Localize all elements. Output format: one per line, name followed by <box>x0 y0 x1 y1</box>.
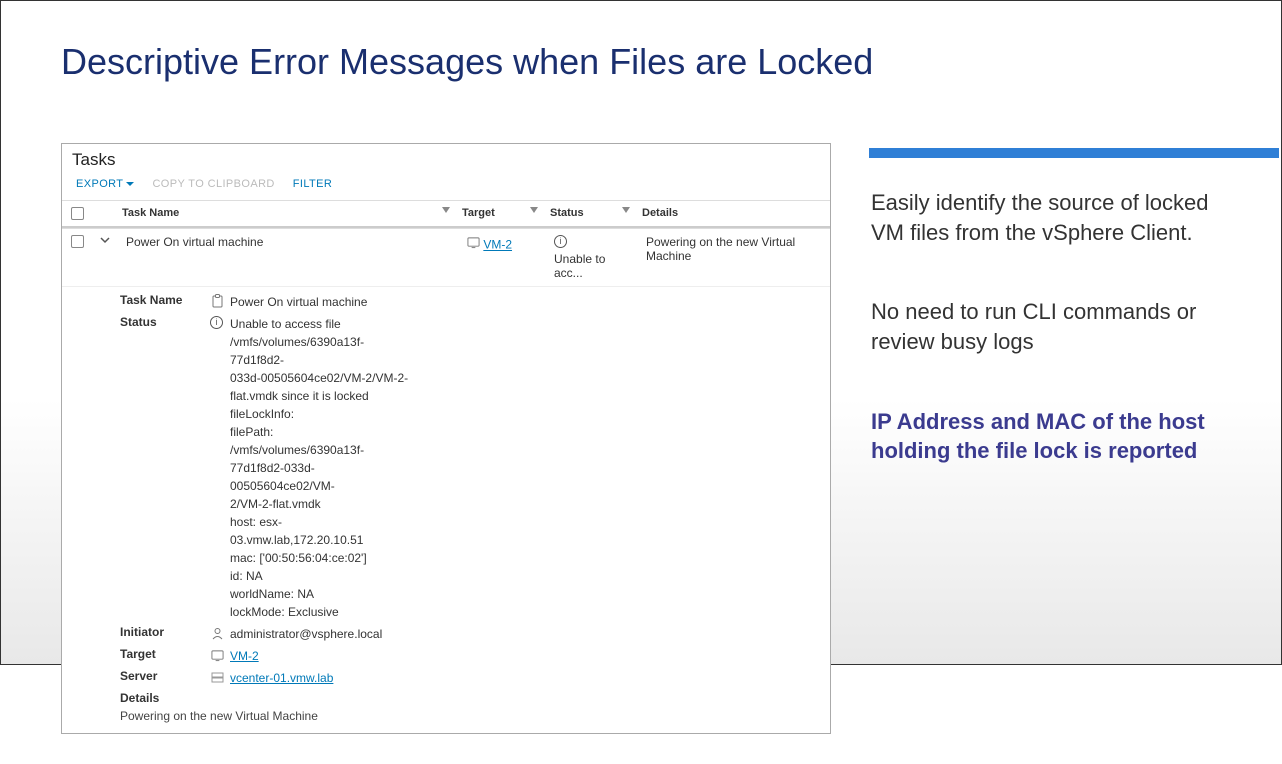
target-link[interactable]: VM-2 <box>483 238 512 252</box>
task-name-label: Task Name <box>120 293 210 311</box>
info-icon: i <box>554 235 567 248</box>
slide-title: Descriptive Error Messages when Files ar… <box>61 41 1221 83</box>
export-button[interactable]: EXPORT <box>76 178 134 190</box>
table-row[interactable]: Power On virtual machine VM-2 i Unable t… <box>62 228 830 286</box>
col-target-label: Target <box>462 207 495 219</box>
screenshot-panel: Tasks EXPORT COPY TO CLIPBOARD FILTER Ta… <box>61 143 831 734</box>
clipboard-icon <box>210 294 224 308</box>
status-value: Unable to access file/vmfs/volumes/6390a… <box>230 315 410 621</box>
details-value: Powering on the new Virtual Machine <box>120 705 820 723</box>
filter-button[interactable]: FILTER <box>293 178 332 190</box>
bullet-1: Easily identify the source of locked VM … <box>871 188 1221 247</box>
target-link[interactable]: VM-2 <box>230 649 259 663</box>
status-text: Unable to acc... <box>554 252 630 280</box>
col-task-name-label: Task Name <box>122 207 179 219</box>
select-all-checkbox[interactable] <box>71 207 84 220</box>
cell-task-name: Power On virtual machine <box>118 229 458 255</box>
row-checkbox[interactable] <box>71 235 84 248</box>
status-label: Status <box>120 315 210 329</box>
export-label: EXPORT <box>76 178 123 190</box>
user-icon <box>210 626 224 640</box>
server-label: Server <box>120 669 210 687</box>
expanded-detail: Task Name Power On virtual machine Statu… <box>62 286 830 733</box>
bullet-3: IP Address and MAC of the host holding t… <box>871 407 1221 466</box>
task-name-value: Power On virtual machine <box>230 293 410 311</box>
initiator-value: administrator@vsphere.local <box>230 625 410 643</box>
col-task-name[interactable]: Task Name <box>114 201 454 225</box>
target-label: Target <box>120 647 210 665</box>
details-label: Details <box>120 691 820 705</box>
col-target[interactable]: Target <box>454 201 542 225</box>
col-status[interactable]: Status <box>542 201 634 225</box>
tasks-panel-title: Tasks <box>62 144 830 172</box>
info-icon: i <box>210 316 223 329</box>
server-link[interactable]: vcenter-01.vmw.lab <box>230 671 333 685</box>
bullet-2: No need to run CLI commands or review bu… <box>871 297 1221 356</box>
col-details[interactable]: Details <box>634 201 830 225</box>
filter-icon[interactable] <box>442 207 450 213</box>
initiator-label: Initiator <box>120 625 210 643</box>
copy-to-clipboard-button[interactable]: COPY TO CLIPBOARD <box>152 178 274 190</box>
filter-icon[interactable] <box>622 207 630 213</box>
col-status-label: Status <box>550 207 584 219</box>
expand-toggle-icon[interactable] <box>100 235 110 245</box>
vm-icon <box>210 648 224 662</box>
cell-details: Powering on the new Virtual Machine <box>638 229 830 269</box>
server-icon <box>210 670 224 684</box>
accent-bar <box>869 148 1279 158</box>
tasks-toolbar: EXPORT COPY TO CLIPBOARD FILTER <box>62 172 830 200</box>
vm-icon <box>466 235 480 249</box>
col-details-label: Details <box>642 207 678 219</box>
chevron-down-icon <box>126 182 134 186</box>
filter-icon[interactable] <box>530 207 538 213</box>
